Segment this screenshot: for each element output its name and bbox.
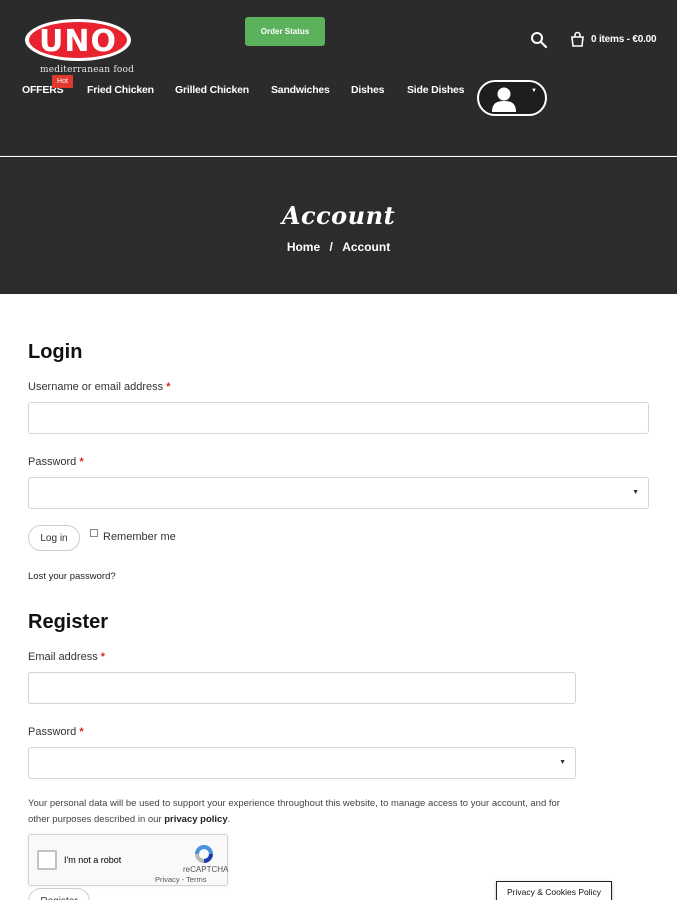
nav-item-sandwiches[interactable]: Sandwiches [271, 84, 330, 96]
privacy-text-after: . [227, 814, 231, 825]
nav-item-fried-chicken[interactable]: Fried Chicken [87, 84, 154, 96]
lost-password-link[interactable]: Lost your password? [28, 571, 116, 582]
recaptcha-label: I'm not a robot [64, 855, 122, 865]
register-button[interactable]: Register [28, 888, 90, 900]
password-input[interactable]: ▼ [28, 477, 649, 509]
required-marker: * [100, 651, 106, 663]
breadcrumb-home[interactable]: Home [287, 240, 320, 254]
username-label: Username or email address * [28, 381, 170, 393]
breadcrumb: Home / Account [0, 240, 677, 254]
email-label: Email address * [28, 651, 105, 663]
register-heading: Register [28, 611, 109, 633]
password-label-text: Password [28, 456, 77, 468]
login-heading: Login [28, 341, 83, 363]
cart-summary: 0 items - €0.00 [591, 34, 657, 45]
svg-text:UNO: UNO [39, 24, 117, 59]
required-marker: * [79, 456, 84, 468]
logo-wordmark-icon: UNO [25, 19, 131, 61]
email-input[interactable] [28, 672, 576, 704]
chevron-down-icon: ▼ [531, 88, 537, 94]
caret-down-icon[interactable]: ▼ [559, 759, 566, 766]
page-banner: Account Home / Account [0, 157, 677, 294]
user-icon [492, 87, 516, 112]
site-header: UNO mediterranean food Order Status 0 it… [0, 0, 677, 156]
hot-badge: Hot [52, 75, 73, 88]
register-password-input[interactable]: ▼ [28, 747, 576, 779]
login-button[interactable]: Log in [28, 525, 80, 551]
remember-me-checkbox[interactable] [90, 529, 98, 537]
username-input[interactable] [28, 402, 649, 434]
nav-item-side-dishes[interactable]: Side Dishes [407, 84, 465, 96]
recaptcha-widget: I'm not a robot reCAPTCHA Privacy - Term… [28, 834, 228, 886]
email-label-text: Email address [28, 651, 98, 663]
remember-me-label[interactable]: Remember me [103, 531, 176, 543]
site-logo[interactable]: UNO mediterranean food [24, 16, 135, 78]
required-marker: * [79, 726, 84, 738]
username-label-text: Username or email address [28, 381, 164, 393]
recaptcha-brand: reCAPTCHA [183, 865, 229, 874]
remember-me: Remember me [90, 529, 176, 543]
register-password-label-text: Password [28, 726, 77, 738]
recaptcha-logo-icon [195, 845, 213, 863]
user-menu-button[interactable]: ▼ [477, 80, 547, 116]
caret-down-icon[interactable]: ▼ [632, 489, 639, 496]
breadcrumb-current: Account [342, 240, 391, 254]
nav-item-dishes[interactable]: Dishes [351, 84, 384, 96]
search-icon[interactable] [530, 31, 548, 49]
logo-tagline: mediterranean food [40, 65, 135, 75]
register-password-label: Password * [28, 726, 84, 738]
recaptcha-checkbox[interactable] [37, 850, 57, 870]
recaptcha-links[interactable]: Privacy - Terms [155, 875, 207, 884]
breadcrumb-separator: / [329, 240, 333, 254]
nav-item-grilled-chicken[interactable]: Grilled Chicken [175, 84, 249, 96]
privacy-policy-link[interactable]: privacy policy [164, 814, 227, 825]
privacy-text-before: Your personal data will be used to suppo… [28, 798, 560, 825]
cart-link[interactable]: 0 items - €0.00 [569, 31, 657, 48]
privacy-notice: Your personal data will be used to suppo… [28, 796, 568, 828]
order-status-button[interactable]: Order Status [245, 17, 325, 46]
cart-icon [571, 31, 584, 47]
page-title: Account [281, 201, 396, 230]
cookie-policy-button[interactable]: Privacy & Cookies Policy [496, 881, 612, 900]
required-marker: * [166, 381, 171, 393]
password-label: Password * [28, 456, 84, 468]
